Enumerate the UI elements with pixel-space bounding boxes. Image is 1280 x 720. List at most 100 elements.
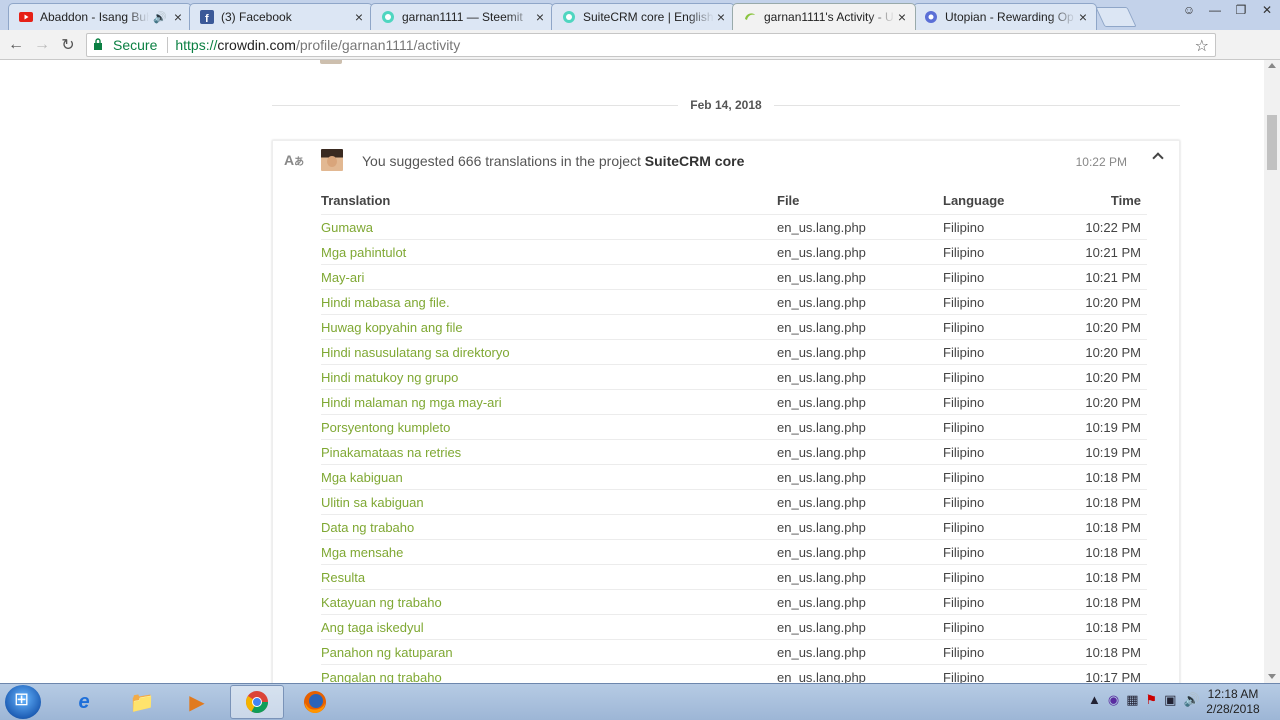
translation-link[interactable]: Pangalan ng trabaho (321, 664, 777, 683)
translation-link[interactable]: Gumawa (321, 214, 777, 240)
scrollbar-thumb[interactable] (1267, 115, 1277, 170)
scroll-up-arrow-icon[interactable] (1268, 63, 1276, 68)
display-icon[interactable]: ▣ (1164, 692, 1176, 708)
project-link[interactable]: SuiteCRM core (645, 153, 745, 169)
scroll-down-arrow-icon[interactable] (1268, 674, 1276, 679)
file-cell: en_us.lang.php (777, 414, 943, 440)
translation-link[interactable]: Huwag kopyahin ang file (321, 314, 777, 340)
media-player-icon[interactable]: ▶ (170, 685, 224, 719)
translation-link[interactable]: Hindi matukoy ng grupo (321, 364, 777, 390)
omnibox-separator (167, 37, 169, 53)
avatar[interactable] (321, 149, 343, 171)
bookmark-star-icon[interactable]: ☆ (1195, 36, 1209, 56)
language-cell: Filipino (943, 589, 1083, 615)
tab-close-icon[interactable]: × (171, 9, 185, 25)
time-cell: 10:20 PM (1083, 364, 1147, 390)
language-cell: Filipino (943, 489, 1083, 515)
file-cell: en_us.lang.php (777, 289, 943, 315)
table-row: Hindi matukoy ng grupo en_us.lang.php Fili… (321, 364, 1147, 390)
activity-summary: You suggested 666 translations in the pr… (362, 153, 744, 169)
translation-link[interactable]: Porsyentong kumpleto (321, 414, 777, 440)
tab-title: (3) Facebook (221, 10, 292, 24)
time-cell: 10:18 PM (1083, 589, 1147, 615)
time-cell: 10:18 PM (1083, 489, 1147, 515)
translation-link[interactable]: Mga pahintulot (321, 239, 777, 265)
profile-icon[interactable]: ☺ (1176, 0, 1202, 20)
reload-button[interactable]: ↻ (58, 35, 78, 55)
tray-network-icon[interactable]: ▦ (1126, 692, 1138, 708)
translation-link[interactable]: Pinakamataas na retries (321, 439, 777, 465)
restore-button[interactable]: ❐ (1228, 0, 1254, 20)
tab-close-icon[interactable]: × (352, 9, 366, 25)
translation-link[interactable]: Hindi malaman ng mga may-ari (321, 389, 777, 415)
show-hidden-icons-icon[interactable]: ▲ (1088, 692, 1101, 708)
previous-activity-avatar (320, 60, 342, 64)
browser-tab[interactable]: garnan1111 — Steemit × (370, 3, 554, 30)
table-row: Hindi malaman ng mga may-ari en_us.lang.p… (321, 389, 1147, 415)
tab-close-icon[interactable]: × (533, 9, 547, 25)
file-explorer-icon[interactable]: 📁 (115, 685, 169, 719)
browser-toolbar: ← → ↻ Secure https://crowdin.com/profile… (0, 30, 1280, 90)
file-cell: en_us.lang.php (777, 364, 943, 390)
file-cell: en_us.lang.php (777, 339, 943, 365)
table-row: Hindi mabasa ang file. en_us.lang.php Fili… (321, 289, 1147, 315)
forward-button[interactable]: → (32, 35, 52, 55)
browser-tab[interactable]: Abaddon - Isang Buhay 🔊 × (8, 3, 192, 30)
back-button[interactable]: ← (6, 35, 26, 55)
page-scrollbar[interactable] (1264, 60, 1280, 683)
chrome-icon[interactable] (230, 685, 284, 719)
translations-table: Translation File Language Time Gumawa en_… (321, 186, 1147, 683)
browser-tab[interactable]: SuiteCRM core | English t × (551, 3, 735, 30)
translation-link[interactable]: Resulta (321, 564, 777, 590)
translation-link[interactable]: May-ari (321, 264, 777, 290)
translation-link[interactable]: Data ng trabaho (321, 514, 777, 540)
internet-explorer-icon[interactable]: e (57, 685, 111, 719)
table-row: Mga kabiguan en_us.lang.php Filipino 10:18 … (321, 464, 1147, 490)
translation-link[interactable]: Ulitin sa kabiguan (321, 489, 777, 515)
translation-link[interactable]: Ang taga iskedyul (321, 614, 777, 640)
table-row: Ang taga iskedyul en_us.lang.php Filipino 1… (321, 614, 1147, 640)
browser-tab[interactable]: garnan1111's Activity - U × (732, 3, 916, 30)
minimize-button[interactable]: — (1202, 0, 1228, 20)
file-cell: en_us.lang.php (777, 314, 943, 340)
language-cell: Filipino (943, 239, 1083, 265)
new-tab-button[interactable] (1095, 7, 1137, 27)
time-cell: 10:20 PM (1083, 289, 1147, 315)
translation-link[interactable]: Hindi mabasa ang file. (321, 289, 777, 315)
language-cell: Filipino (943, 214, 1083, 240)
youtube-icon (19, 10, 33, 24)
column-header-translation: Translation (321, 186, 777, 215)
tab-close-icon[interactable]: × (714, 9, 728, 25)
close-window-button[interactable]: ✕ (1254, 0, 1280, 20)
tab-audio-icon[interactable]: 🔊 (153, 11, 167, 24)
translation-link[interactable]: Hindi nasusulatang sa direktoryo (321, 339, 777, 365)
tray-app-icon[interactable]: ◉ (1108, 692, 1119, 708)
taskbar-clock[interactable]: 12:18 AM 2/28/2018 (1200, 687, 1266, 717)
address-bar[interactable]: Secure https://crowdin.com/profile/garna… (86, 33, 1216, 57)
volume-icon[interactable]: 🔊 (1183, 692, 1199, 708)
table-row: Data ng trabaho en_us.lang.php Filipino 10:… (321, 514, 1147, 540)
tab-close-icon[interactable]: × (1076, 9, 1090, 25)
summary-text: You suggested 666 translations in the pr… (362, 153, 645, 169)
start-button[interactable] (5, 685, 41, 719)
steemit-icon (562, 10, 576, 24)
tab-close-icon[interactable]: × (895, 9, 909, 25)
file-cell: en_us.lang.php (777, 564, 943, 590)
browser-tab[interactable]: f (3) Facebook × (189, 3, 373, 30)
translation-link[interactable]: Katayuan ng trabaho (321, 589, 777, 615)
action-center-icon[interactable]: ⚑ (1146, 692, 1158, 708)
time-cell: 10:18 PM (1083, 464, 1147, 490)
translation-link[interactable]: Mga kabiguan (321, 464, 777, 490)
time-cell: 10:19 PM (1083, 414, 1147, 440)
svg-text:f: f (205, 13, 209, 24)
collapse-chevron-up-icon[interactable] (1151, 149, 1165, 163)
secure-label: Secure (113, 37, 158, 53)
firefox-icon[interactable] (288, 685, 342, 719)
translation-link[interactable]: Panahon ng katuparan (321, 639, 777, 665)
column-header-file: File (777, 186, 943, 215)
translation-link[interactable]: Mga mensahe (321, 539, 777, 565)
language-cell: Filipino (943, 389, 1083, 415)
browser-tab[interactable]: Utopian - Rewarding Op × (913, 3, 1097, 30)
activity-time: 10:22 PM (1075, 155, 1127, 169)
time-cell: 10:21 PM (1083, 239, 1147, 265)
